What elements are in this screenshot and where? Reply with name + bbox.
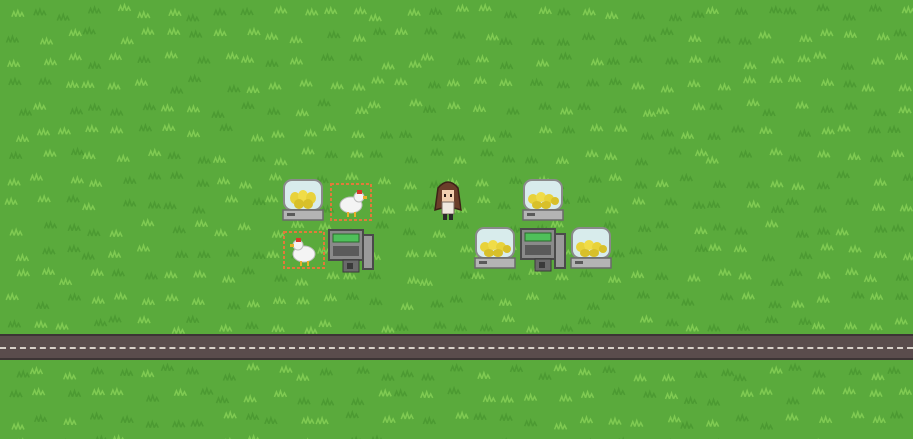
incubator-icon bbox=[282, 179, 324, 221]
road bbox=[0, 334, 913, 360]
incubator-icon bbox=[474, 227, 516, 269]
incubator-4[interactable] bbox=[569, 226, 613, 270]
road-center-line bbox=[0, 347, 913, 349]
chicken-icon bbox=[330, 183, 372, 221]
cash-machine-1[interactable] bbox=[327, 227, 375, 275]
cash-machine-icon bbox=[520, 228, 566, 272]
chicken-pen-2[interactable] bbox=[282, 230, 326, 274]
cash-machine-icon bbox=[328, 229, 374, 273]
player-sprite bbox=[434, 181, 462, 220]
incubator-icon bbox=[570, 227, 612, 269]
incubator-3[interactable] bbox=[473, 226, 517, 270]
cash-machine-2[interactable] bbox=[519, 226, 567, 274]
chicken-icon bbox=[283, 231, 325, 269]
incubator-2[interactable] bbox=[521, 178, 565, 222]
incubator-1[interactable] bbox=[281, 178, 325, 222]
incubator-icon bbox=[522, 179, 564, 221]
game-world[interactable] bbox=[0, 0, 913, 439]
player-character[interactable] bbox=[430, 178, 466, 224]
chicken-pen-1[interactable] bbox=[329, 182, 373, 226]
